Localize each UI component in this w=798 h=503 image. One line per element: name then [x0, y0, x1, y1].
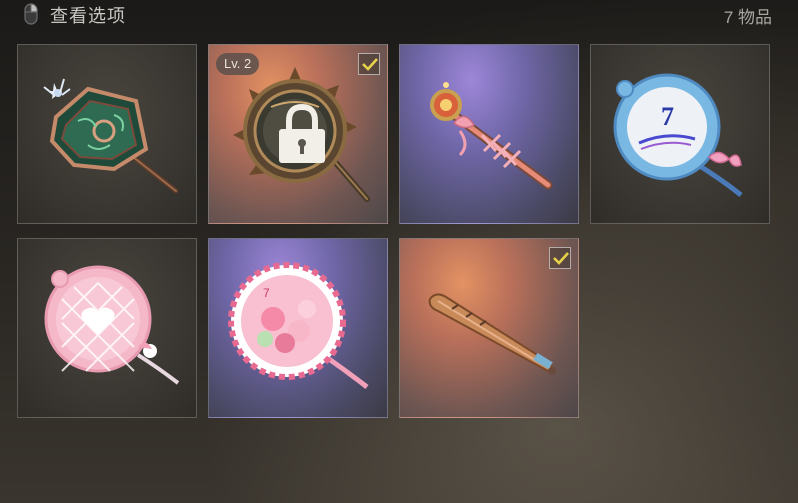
item-count: 7 物品: [723, 8, 772, 27]
page-title: 查看选项: [50, 6, 126, 26]
selected-checkbox[interactable]: [549, 247, 571, 269]
item-card-pink-floral-fan[interactable]: 7: [208, 238, 388, 418]
svg-text:7: 7: [263, 286, 270, 300]
check-icon: [553, 252, 569, 265]
blue-anniversary-fan-icon: 7: [613, 73, 743, 197]
selected-checkbox[interactable]: [358, 53, 380, 75]
header-bar: 查看选项 7 物品: [0, 0, 798, 30]
item-card-blue-anniversary-fan[interactable]: 7: [590, 44, 770, 224]
pink-floral-fan-icon: 7: [228, 262, 369, 389]
level-badge: Lv. 2: [216, 53, 260, 75]
check-icon: [362, 58, 378, 71]
item-card-bronze-sun-mirror[interactable]: Lv. 2: [208, 44, 388, 224]
pink-heart-fan-icon: [44, 265, 180, 385]
item-card-baseball-bat[interactable]: [399, 238, 579, 418]
item-card-green-ornate-fan[interactable]: [17, 44, 197, 224]
ribbon-wand-icon: [430, 82, 553, 190]
item-card-pink-heart-fan[interactable]: [17, 238, 197, 418]
mouse-icon: [24, 3, 38, 25]
green-ornate-fan-icon: [43, 78, 179, 194]
item-card-ribbon-wand[interactable]: [399, 44, 579, 224]
svg-text:7: 7: [661, 102, 674, 131]
